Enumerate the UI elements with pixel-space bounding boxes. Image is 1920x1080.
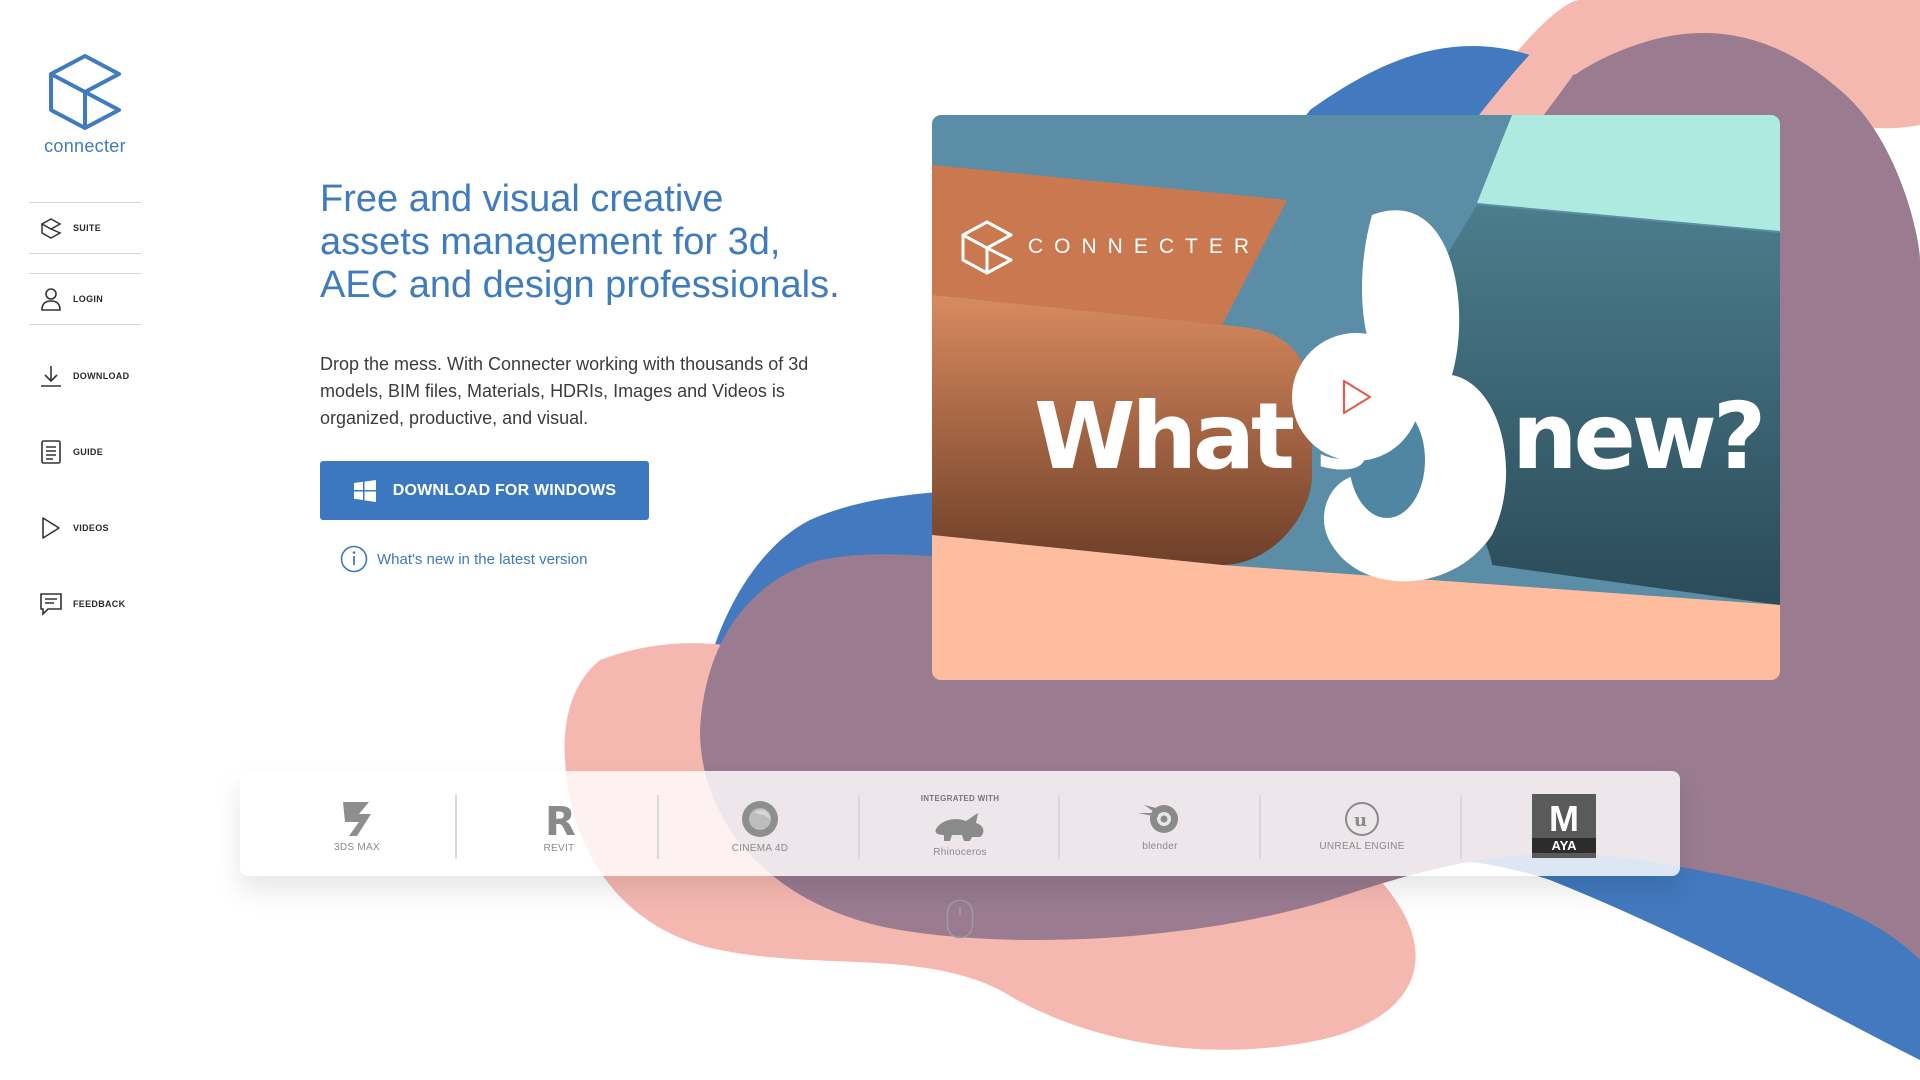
integration-rhinoceros: INTEGRATED WITH Rhinoceros <box>860 791 1060 861</box>
hero-description: Drop the mess. With Connecter working wi… <box>320 354 809 428</box>
integration-blender: blender <box>1060 791 1260 861</box>
integration-label: Rhinoceros <box>933 847 987 858</box>
chat-icon <box>40 593 62 616</box>
sidebar-item-label: GUIDE <box>73 447 104 457</box>
svg-text:u: u <box>1354 810 1367 831</box>
integrations-bar: 3DS MAX R REVIT CINEMA 4D INTEGRATED WIT… <box>240 771 1680 876</box>
video-title-right: new? <box>1512 383 1766 490</box>
windows-icon <box>353 479 376 502</box>
maya-icon: M AYA <box>1532 794 1596 858</box>
download-icon <box>41 366 61 387</box>
integrated-with-heading: INTEGRATED WITH <box>920 794 1000 803</box>
whats-new-link[interactable]: What's new in the latest version <box>340 545 587 573</box>
cinema4d-icon <box>742 800 778 837</box>
integration-label: CINEMA 4D <box>731 842 789 854</box>
user-icon <box>41 288 61 311</box>
integration-label: REVIT <box>543 842 575 854</box>
sidebar-item-login[interactable]: LOGIN <box>29 273 141 325</box>
hero-headline: Free and visual creative assets manageme… <box>320 178 840 306</box>
scroll-hint-mouse-icon <box>946 899 974 944</box>
sidebar: connecter SUITE LOGIN DOWNLOAD GUIDE VID… <box>0 0 170 1080</box>
rhinoceros-icon <box>935 813 984 841</box>
integration-label: UNREAL ENGINE <box>1319 840 1405 852</box>
sidebar-item-label: LOGIN <box>73 294 103 304</box>
video-brand-name: CONNECTER <box>1028 235 1261 258</box>
divider <box>455 795 457 859</box>
unreal-engine-icon: u <box>1345 801 1379 836</box>
divider <box>657 795 659 859</box>
sidebar-item-suite[interactable]: SUITE <box>29 202 141 254</box>
divider <box>1460 795 1462 859</box>
sidebar-item-label: DOWNLOAD <box>73 371 130 381</box>
whats-new-label: What's new in the latest version <box>377 550 588 568</box>
integration-revit: R REVIT <box>459 791 659 861</box>
revit-icon: R <box>545 799 575 839</box>
logo[interactable]: connecter <box>30 52 140 157</box>
integration-label: blender <box>1142 840 1178 852</box>
cube-icon <box>40 218 62 239</box>
sidebar-item-label: FEEDBACK <box>73 599 126 609</box>
brand-name: connecter <box>44 136 126 156</box>
sidebar-item-label: VIDEOS <box>73 523 109 533</box>
play-icon <box>1342 379 1372 415</box>
3dsmax-icon <box>343 801 371 836</box>
connecter-logo-icon <box>961 220 1013 275</box>
download-button-label: DOWNLOAD FOR WINDOWS <box>392 481 617 499</box>
play-icon <box>42 517 60 539</box>
hero-section: Free and visual creative assets manageme… <box>320 178 840 432</box>
integration-maya: M AYA <box>1464 791 1664 861</box>
blender-icon <box>1138 804 1178 833</box>
integration-cinema4d: CINEMA 4D <box>660 791 860 861</box>
svg-text:R: R <box>545 799 575 839</box>
sidebar-item-feedback[interactable]: FEEDBACK <box>29 579 141 629</box>
info-icon <box>340 545 368 573</box>
play-button[interactable] <box>1292 333 1420 461</box>
divider <box>1259 795 1261 859</box>
integration-unreal-engine: u UNREAL ENGINE <box>1262 791 1462 861</box>
download-for-windows-button[interactable]: DOWNLOAD FOR WINDOWS <box>320 461 649 520</box>
sidebar-item-videos[interactable]: VIDEOS <box>29 503 141 553</box>
video-brand: CONNECTER <box>960 219 1260 275</box>
sidebar-item-label: SUITE <box>73 223 102 233</box>
sidebar-item-guide[interactable]: GUIDE <box>29 427 141 477</box>
integration-label: AYA <box>1532 837 1596 853</box>
video-thumbnail[interactable]: CONNECTER What's new? <box>932 115 1780 680</box>
integration-label: 3DS MAX <box>333 841 380 853</box>
integration-3dsmax: 3DS MAX <box>257 791 457 861</box>
connecter-logo-icon <box>49 54 121 130</box>
document-icon <box>41 440 61 464</box>
sidebar-item-download[interactable]: DOWNLOAD <box>29 351 141 401</box>
